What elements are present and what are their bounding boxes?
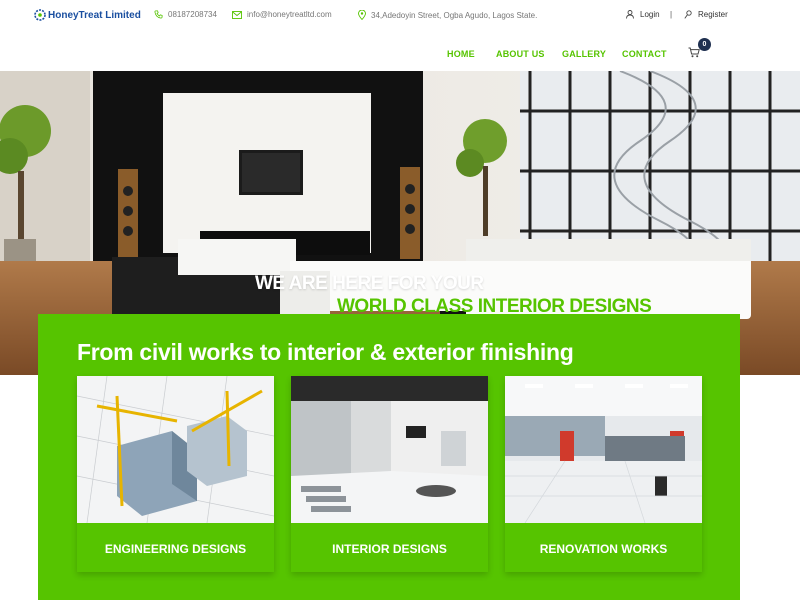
nav-home[interactable]: HOME xyxy=(447,49,475,59)
login-link[interactable]: Login xyxy=(626,10,660,19)
nav-about-us[interactable]: ABOUT US xyxy=(496,49,545,59)
address-contact: 34,Adedoyin Street, Ogba Agudo, Lagos St… xyxy=(358,10,537,20)
services-section: From civil works to interior & exterior … xyxy=(38,314,740,600)
phone-contact[interactable]: 08187208734 xyxy=(154,10,217,19)
engineering-image xyxy=(77,376,274,523)
logo-icon xyxy=(34,9,46,21)
mail-icon xyxy=(232,10,242,19)
renovation-image xyxy=(505,376,702,523)
cart-count-badge: 0 xyxy=(698,38,711,51)
brand-name: HoneyTreat Limited xyxy=(48,9,141,21)
register-link[interactable]: Register xyxy=(684,10,728,19)
register-label: Register xyxy=(698,10,728,19)
email-address: info@honeytreatltd.com xyxy=(247,10,332,19)
phone-number: 08187208734 xyxy=(168,10,217,19)
email-contact[interactable]: info@honeytreatltd.com xyxy=(232,10,332,19)
interior-image xyxy=(291,376,488,523)
nav-gallery[interactable]: GALLERY xyxy=(562,49,606,59)
nav-contact[interactable]: CONTACT xyxy=(622,49,667,59)
main-nav: HOME ABOUT US GALLERY CONTACT xyxy=(0,34,800,71)
engineering-designs-label: ENGINEERING DESIGNS xyxy=(104,542,247,556)
auth-separator: | xyxy=(670,10,673,19)
street-address: 34,Adedoyin Street, Ogba Agudo, Lagos St… xyxy=(371,10,538,20)
renovation-works-label: RENOVATION WORKS xyxy=(539,542,668,556)
user-icon xyxy=(626,10,634,19)
cart-icon[interactable] xyxy=(688,47,700,58)
top-bar: HoneyTreat Limited 08187208734 info@hone… xyxy=(0,0,800,34)
phone-icon xyxy=(154,10,163,19)
brand-logo[interactable]: HoneyTreat Limited xyxy=(34,9,141,21)
location-icon xyxy=(358,10,366,20)
service-card-renovation[interactable]: RENOVATION WORKS xyxy=(505,376,702,572)
service-card-engineering[interactable]: ENGINEERING DESIGNS xyxy=(77,376,274,572)
key-icon xyxy=(684,10,692,19)
hero-headline-line1: WE ARE HERE FOR YOUR xyxy=(255,273,484,294)
login-label: Login xyxy=(640,10,660,19)
services-title: From civil works to interior & exterior … xyxy=(77,339,574,365)
service-card-interior[interactable]: INTERIOR DESIGNS xyxy=(291,376,488,572)
interior-designs-label: INTERIOR DESIGNS xyxy=(332,542,447,556)
